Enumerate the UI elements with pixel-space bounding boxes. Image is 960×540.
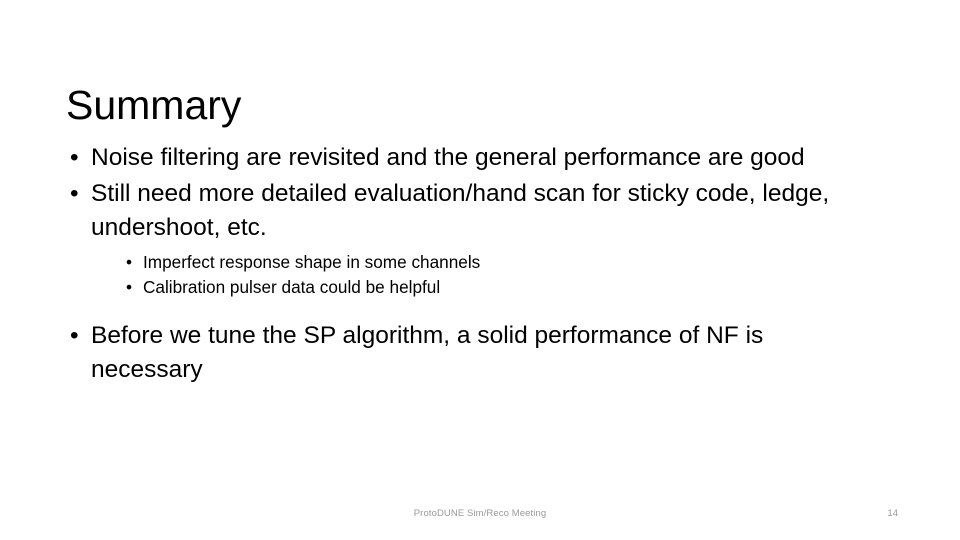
bullet-point-icon: • xyxy=(70,321,79,349)
list-item: • Calibration pulser data could be helpf… xyxy=(124,275,876,301)
slide-number: 14 xyxy=(887,508,898,519)
list-item-text: Noise filtering are revisited and the ge… xyxy=(91,144,805,171)
bullet-point-icon: • xyxy=(126,251,133,272)
footer-note: ProtoDUNE Sim/Reco Meeting xyxy=(413,508,547,519)
list-item: • Before we tune the SP algorithm, a sol… xyxy=(66,319,876,388)
list-item: • Still need more detailed evaluation/ha… xyxy=(66,177,876,301)
bullet-point-icon: • xyxy=(126,277,133,297)
list-item: • Imperfect response shape in some chann… xyxy=(124,250,876,276)
page-title: Summary xyxy=(66,82,242,129)
list-item-text: Calibration pulser data could be helpful xyxy=(143,277,441,297)
list-item-text: Imperfect response shape in some channel… xyxy=(143,251,481,272)
list-item: • Noise filtering are revisited and the … xyxy=(66,141,876,176)
bullet-point-icon: • xyxy=(70,179,79,207)
list-item-text: Before we tune the SP algorithm, a solid… xyxy=(91,321,764,384)
slide-canvas: Summary • Noise filtering are revisited … xyxy=(0,0,960,540)
bullet-list: • Noise filtering are revisited and the … xyxy=(66,141,876,388)
sub-bullet-list: • Imperfect response shape in some chann… xyxy=(91,250,876,301)
list-item-text: Still need more detailed evaluation/hand… xyxy=(91,179,830,242)
slide-body: • Noise filtering are revisited and the … xyxy=(66,141,876,389)
bullet-point-icon: • xyxy=(70,144,79,171)
